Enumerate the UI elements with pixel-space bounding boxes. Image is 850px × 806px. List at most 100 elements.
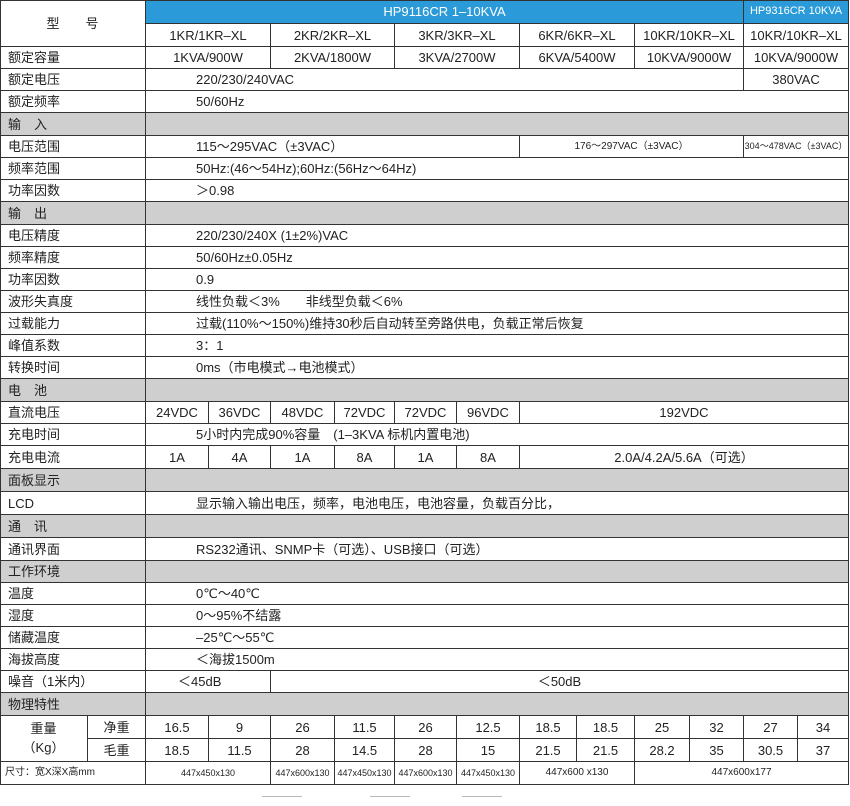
capacity-10k-3ph: 10KVA/9000W — [744, 47, 849, 69]
gross-weight-6: 15 — [457, 739, 520, 762]
footer-mark-1 — [262, 796, 302, 803]
capacity-3k: 3KVA/2700W — [395, 47, 520, 69]
env-temp-label: 温度 — [0, 583, 146, 605]
comm-section-bar — [146, 515, 849, 538]
output-overload-value: 过载(110%～150%)维持30秒后自动转至旁路供电，负载正常后恢复 — [146, 313, 849, 335]
output-crest-value: 3：1 — [146, 335, 849, 357]
ups-spec-table: 型 号 HP9116CR 1–10KVA HP9316CR 10KVA 1KR/… — [0, 0, 850, 806]
panel-lcd-value: 显示输入输出电压，频率，电池电压，电池容量，负载百分比， — [146, 492, 849, 515]
env-noise-label: 噪音（1米内） — [0, 671, 146, 693]
series-a-header: HP9116CR 1–10KVA — [146, 0, 744, 24]
input-vrange-b: 176～297VAC（±3VAC） — [520, 136, 744, 158]
output-pf-label: 功率因数 — [0, 269, 146, 291]
size-4: 447x600x130 — [395, 762, 457, 785]
footer-mark-3 — [462, 796, 502, 803]
battery-dcv-label: 直流电压 — [0, 402, 146, 424]
gross-weight-1: 18.5 — [146, 739, 209, 762]
env-storage-label: 储藏温度 — [0, 627, 146, 649]
size-3: 447x450x130 — [335, 762, 395, 785]
output-section-title: 输 出 — [0, 202, 146, 225]
comm-section-title: 通 讯 — [0, 515, 146, 538]
size-label: 尺寸：宽X深X高mm — [0, 762, 146, 785]
output-overload-label: 过载能力 — [0, 313, 146, 335]
weight-label: 重量 — [30, 721, 57, 737]
battery-charge-current-label: 充电电流 — [0, 446, 146, 469]
battery-dcv-7: 192VDC — [520, 402, 849, 424]
net-weight-6: 12.5 — [457, 716, 520, 739]
battery-current-3: 1A — [271, 446, 335, 469]
gross-weight-7: 21.5 — [520, 739, 577, 762]
voltage-label: 额定电压 — [0, 69, 146, 91]
series-b-header: HP9316CR 10KVA — [744, 0, 849, 24]
output-transfer-value: 0ms（市电模式→电池模式） — [146, 357, 849, 379]
net-weight-9: 25 — [635, 716, 690, 739]
input-frange-value: 50Hz:(46～54Hz);60Hz:(56Hz～64Hz) — [146, 158, 849, 180]
net-weight-7: 18.5 — [520, 716, 577, 739]
battery-dcv-5: 72VDC — [395, 402, 457, 424]
model-10kr: 10KR/10KR–XL — [635, 24, 744, 47]
gross-weight-10: 35 — [690, 739, 744, 762]
env-humidity-value: 0～95%不结露 — [146, 605, 849, 627]
battery-section-title: 电 池 — [0, 379, 146, 402]
size-2: 447x600x130 — [271, 762, 335, 785]
gross-weight-8: 21.5 — [577, 739, 635, 762]
comm-iface-value: RS232通讯、SNMP卡（可选）、USB接口（可选） — [146, 538, 849, 561]
env-noise-a: ＜45dB — [146, 671, 271, 693]
size-7: 447x600x177 — [635, 762, 849, 785]
capacity-label: 额定容量 — [0, 47, 146, 69]
gross-weight-12: 37 — [798, 739, 849, 762]
battery-current-5: 1A — [395, 446, 457, 469]
output-section-bar — [146, 202, 849, 225]
model-1kr: 1KR/1KR–XL — [146, 24, 271, 47]
capacity-2k: 2KVA/1800W — [271, 47, 395, 69]
battery-dcv-1: 24VDC — [146, 402, 209, 424]
env-storage-value: –25℃～55℃ — [146, 627, 849, 649]
frequency-label: 额定频率 — [0, 91, 146, 113]
voltage-b: 380VAC — [744, 69, 849, 91]
output-transfer-label: 转换时间 — [0, 357, 146, 379]
battery-section-bar — [146, 379, 849, 402]
gross-weight-9: 28.2 — [635, 739, 690, 762]
model-2kr: 2KR/2KR–XL — [271, 24, 395, 47]
output-thd-value: 线性负载＜3% 非线型负载＜6% — [146, 291, 849, 313]
capacity-6k: 6KVA/5400W — [520, 47, 635, 69]
net-weight-label: 净重 — [88, 716, 146, 739]
battery-current-6: 8A — [457, 446, 520, 469]
weight-unit: （Kg） — [22, 739, 65, 755]
env-altitude-value: ＜海拔1500m — [146, 649, 849, 671]
output-facc-value: 50/60Hz±0.05Hz — [146, 247, 849, 269]
battery-current-2: 4A — [209, 446, 271, 469]
input-pf-value: ＞0.98 — [146, 180, 849, 202]
model-3kr: 3KR/3KR–XL — [395, 24, 520, 47]
output-vacc-value: 220/230/240X (1±2%)VAC — [146, 225, 849, 247]
weight-label-cell: 重量 （Kg） — [0, 716, 88, 762]
panel-section-title: 面板显示 — [0, 469, 146, 492]
battery-current-4: 8A — [335, 446, 395, 469]
battery-dcv-6: 96VDC — [457, 402, 520, 424]
net-weight-10: 32 — [690, 716, 744, 739]
env-noise-b: ＜50dB — [271, 671, 849, 693]
physical-section-title: 物理特性 — [0, 693, 146, 716]
battery-dcv-2: 36VDC — [209, 402, 271, 424]
input-vrange-label: 电压范围 — [0, 136, 146, 158]
comm-iface-label: 通讯界面 — [0, 538, 146, 561]
battery-current-7: 2.0A/4.2A/5.6A（可选） — [520, 446, 849, 469]
gross-weight-5: 28 — [395, 739, 457, 762]
panel-section-bar — [146, 469, 849, 492]
net-weight-12: 34 — [798, 716, 849, 739]
env-section-title: 工作环境 — [0, 561, 146, 583]
net-weight-1: 16.5 — [146, 716, 209, 739]
net-weight-8: 18.5 — [577, 716, 635, 739]
input-vrange-a: 115～295VAC（±3VAC） — [146, 136, 520, 158]
input-section-bar — [146, 113, 849, 136]
net-weight-11: 27 — [744, 716, 798, 739]
output-pf-value: 0.9 — [146, 269, 849, 291]
net-weight-4: 11.5 — [335, 716, 395, 739]
net-weight-2: 9 — [209, 716, 271, 739]
net-weight-5: 26 — [395, 716, 457, 739]
voltage-a: 220/230/240VAC — [146, 69, 744, 91]
env-section-bar — [146, 561, 849, 583]
battery-current-1: 1A — [146, 446, 209, 469]
model-10kr-3ph: 10KR/10KR–XL — [744, 24, 849, 47]
net-weight-3: 26 — [271, 716, 335, 739]
